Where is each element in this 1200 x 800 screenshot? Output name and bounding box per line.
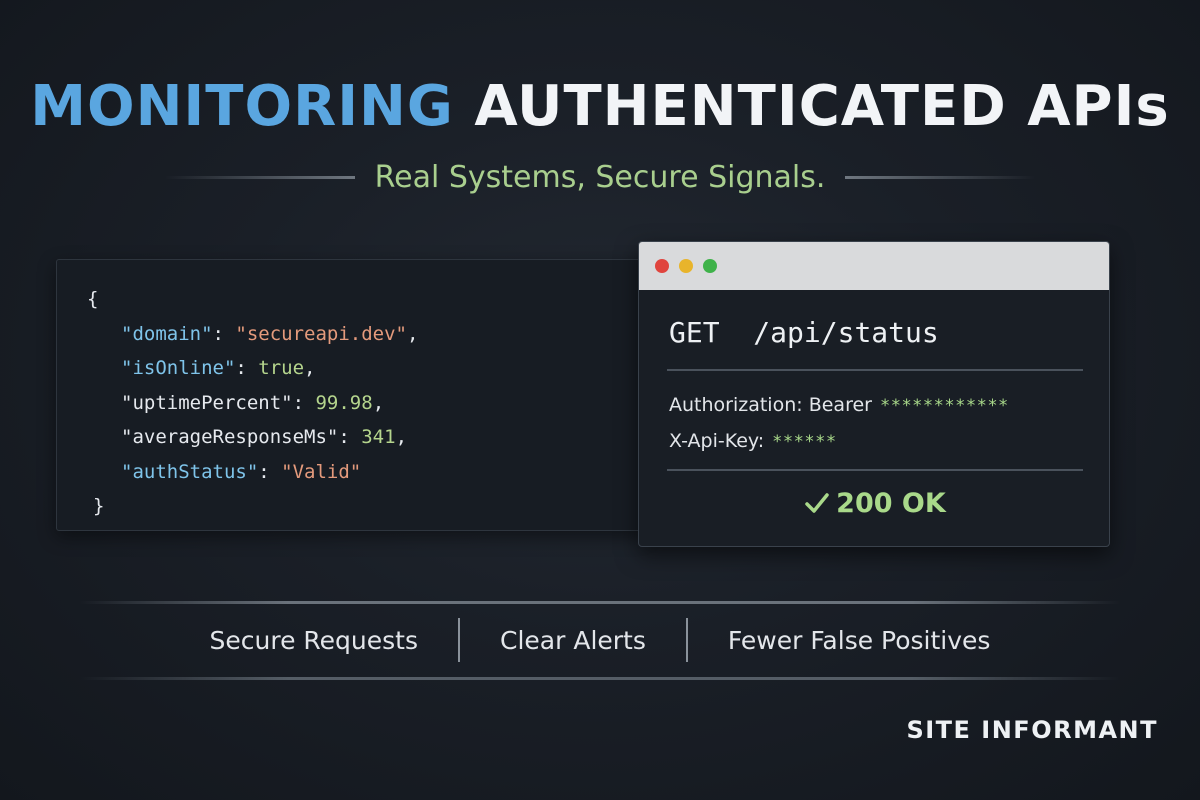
subtitle-rule-right	[845, 176, 1036, 179]
browser-title-bar	[639, 242, 1109, 290]
header-name: Authorization: Bearer	[669, 394, 872, 416]
json-line-auth-status: "authStatus": "Valid"	[121, 460, 362, 483]
json-value: "secureapi.dev"	[235, 322, 407, 345]
feature-item: Fewer False Positives	[727, 625, 991, 655]
json-key: "uptimePercent"	[121, 391, 293, 414]
window-maximize-dot-icon	[703, 259, 717, 273]
subtitle: Real Systems, Secure Signals.	[374, 160, 826, 195]
json-open-brace: {	[87, 288, 99, 310]
json-value: 341	[361, 426, 396, 448]
feature-item: Secure Requests	[209, 625, 419, 655]
window-close-dot-icon	[655, 259, 669, 273]
feature-strip-top-rule	[80, 601, 1120, 604]
json-line-uptime: "uptimePercent": 99.98,	[121, 391, 385, 414]
json-key: "domain"	[121, 322, 213, 345]
subtitle-row: Real Systems, Secure Signals.	[0, 160, 1200, 195]
subtitle-rule-left	[164, 176, 355, 179]
feature-strip: Secure Requests Clear Alerts Fewer False…	[0, 618, 1200, 662]
feature-strip-bottom-rule	[80, 677, 1120, 680]
divider	[667, 469, 1083, 471]
request-method: GET	[669, 316, 720, 349]
window-minimize-dot-icon	[679, 259, 693, 273]
json-line-domain: "domain": "secureapi.dev",	[121, 322, 419, 345]
json-value: "Valid"	[281, 460, 362, 483]
json-key: "isOnline"	[121, 357, 236, 379]
header-value-masked: ******	[772, 432, 837, 452]
check-icon	[805, 493, 829, 513]
title-main: AUTHENTICATED APIs	[474, 74, 1170, 139]
json-value: 99.98	[315, 391, 373, 414]
request-line: GET /api/status	[669, 316, 939, 349]
brand-logo-text: SITE INFORMANT	[906, 716, 1158, 744]
json-key: "authStatus"	[121, 460, 259, 483]
json-line-avg-response: "averageResponseMs": 341,	[121, 426, 408, 448]
header-value-masked: ************	[879, 396, 1009, 416]
request-path: /api/status	[753, 316, 939, 349]
header-api-key: X-Api-Key: ******	[669, 430, 837, 452]
header-authorization: Authorization: Bearer ************	[669, 394, 1009, 416]
json-value: true	[258, 357, 305, 379]
request-browser-window: GET /api/status Authorization: Bearer ***…	[638, 241, 1110, 547]
response-status: 200 OK	[639, 488, 1109, 519]
header-name: X-Api-Key:	[669, 430, 765, 452]
json-line-isonline: "isOnline": true,	[121, 357, 316, 379]
json-key: "averageResponseMs"	[121, 426, 339, 448]
feature-item: Clear Alerts	[500, 625, 646, 655]
title-accent: MONITORING	[30, 74, 454, 139]
divider	[667, 369, 1083, 371]
page-title: MONITORING AUTHENTICATED APIs	[0, 74, 1200, 139]
json-close-brace: }	[93, 495, 105, 517]
json-code-panel: { "domain": "secureapi.dev", "isOnline":…	[56, 259, 646, 531]
status-text: 200 OK	[836, 488, 946, 519]
